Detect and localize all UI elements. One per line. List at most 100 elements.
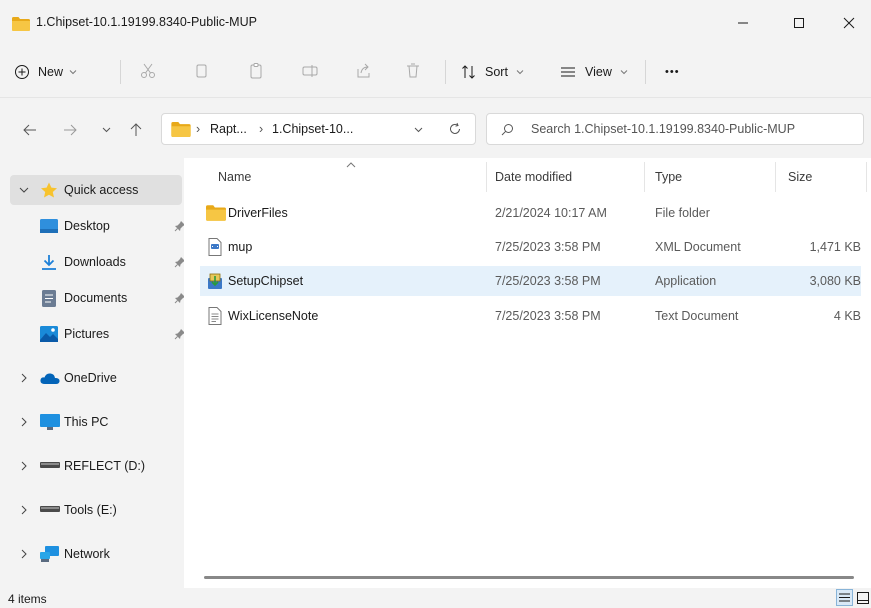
column-divider[interactable] (644, 162, 645, 192)
details-view-icon (839, 593, 850, 602)
share-icon (357, 63, 370, 78)
cut-button[interactable] (137, 60, 159, 82)
address-bar[interactable]: › Rapt... › 1.Chipset-10... (161, 113, 476, 145)
item-count: 4 items (8, 592, 47, 606)
view-button[interactable]: View (560, 58, 628, 86)
search-box[interactable]: Search 1.Chipset-10.1.19199.8340-Public-… (486, 113, 864, 145)
chevron-down-icon (69, 70, 77, 75)
maximize-button[interactable] (776, 0, 822, 46)
pictures-icon (40, 326, 58, 342)
details-view-button[interactable] (836, 589, 853, 606)
rename-button[interactable] (299, 60, 321, 82)
back-button[interactable] (20, 120, 40, 140)
paste-button[interactable] (245, 60, 267, 82)
breadcrumb-item[interactable]: 1.Chipset-10... (272, 122, 353, 136)
sort-icon (462, 65, 475, 79)
file-size: 1,471 KB (809, 240, 861, 254)
paste-icon (250, 63, 262, 79)
column-divider[interactable] (866, 162, 867, 192)
forward-button[interactable] (60, 120, 80, 140)
close-button[interactable] (826, 0, 871, 46)
sidebar-item-onedrive[interactable]: OneDrive (10, 363, 182, 393)
recent-locations-button[interactable] (96, 120, 116, 140)
more-icon: ••• (665, 66, 680, 78)
folder-icon (171, 122, 191, 137)
toolbar-divider (645, 60, 646, 84)
sidebar-item-label: Network (64, 547, 110, 561)
chevron-right-icon[interactable] (18, 548, 30, 560)
sort-button[interactable]: Sort (461, 58, 524, 86)
sidebar-item-downloads[interactable]: Downloads (10, 247, 185, 277)
sidebar-item-reflect-drive[interactable]: REFLECT (D:) (10, 451, 182, 481)
column-header-date[interactable]: Date modified (495, 170, 572, 184)
sidebar-item-quick-access[interactable]: Quick access (10, 175, 182, 205)
chevron-right-icon[interactable] (18, 416, 30, 428)
sidebar-item-label: Desktop (64, 219, 110, 233)
file-date: 7/25/2023 3:58 PM (495, 309, 601, 323)
copy-button[interactable] (190, 60, 212, 82)
sidebar-item-desktop[interactable]: Desktop (10, 211, 185, 241)
file-date: 7/25/2023 3:58 PM (495, 240, 601, 254)
breadcrumb-separator-icon: › (196, 122, 201, 136)
navigation-row: › Rapt... › 1.Chipset-10... Search 1.Chi… (0, 98, 871, 158)
horizontal-scrollbar[interactable] (204, 576, 854, 579)
cloud-icon (40, 373, 60, 384)
large-icons-view-button[interactable] (854, 589, 871, 606)
command-bar: New Sort View ••• (0, 46, 871, 98)
file-name: DriverFiles (228, 206, 288, 220)
drive-icon (40, 462, 60, 468)
navigation-pane: Quick access Desktop Downloads Documents… (0, 158, 185, 588)
sidebar-item-this-pc[interactable]: This PC (10, 407, 182, 437)
column-header-size[interactable]: Size (788, 170, 812, 184)
chevron-right-icon[interactable] (18, 504, 30, 516)
chevron-down-icon[interactable] (414, 127, 423, 133)
search-icon (501, 124, 513, 136)
sidebar-item-label: This PC (64, 415, 109, 429)
chevron-right-icon[interactable] (18, 372, 30, 384)
sort-label: Sort (485, 65, 508, 79)
sidebar-item-label: Tools (E:) (64, 503, 117, 517)
column-divider[interactable] (775, 162, 776, 192)
minimize-button[interactable] (720, 0, 766, 46)
chevron-right-icon[interactable] (18, 460, 30, 472)
view-lines-icon (561, 67, 575, 77)
search-input[interactable]: Search 1.Chipset-10.1.19199.8340-Public-… (531, 122, 795, 136)
window-title: 1.Chipset-10.1.19199.8340-Public-MUP (36, 15, 257, 29)
delete-button[interactable] (402, 60, 424, 82)
text-file-icon (208, 307, 222, 325)
chevron-down-icon (102, 127, 110, 133)
sidebar-item-documents[interactable]: Documents (10, 283, 185, 313)
breadcrumb-item[interactable]: Rapt... (210, 122, 247, 136)
file-type: File folder (655, 206, 710, 220)
file-size: 4 KB (833, 309, 861, 323)
column-header-type[interactable]: Type (655, 170, 682, 184)
minimize-icon (738, 22, 748, 24)
close-icon (843, 17, 855, 29)
share-button[interactable] (353, 60, 375, 82)
more-options-button[interactable]: ••• (665, 58, 680, 86)
sidebar-item-label: Pictures (64, 327, 110, 341)
sidebar-item-tools-drive[interactable]: Tools (E:) (10, 495, 182, 525)
folder-icon (206, 205, 226, 221)
toolbar-divider (445, 60, 446, 84)
sidebar-item-label: Quick access (64, 183, 139, 197)
refresh-icon[interactable] (448, 122, 462, 136)
file-row[interactable]: SetupChipset 7/25/2023 3:58 PM Applicati… (200, 266, 861, 296)
rename-icon (302, 65, 318, 77)
file-name: SetupChipset (228, 274, 304, 288)
column-header-name[interactable]: Name (218, 170, 251, 184)
up-button[interactable] (126, 120, 146, 140)
xml-file-icon (208, 238, 222, 256)
file-row[interactable]: WixLicenseNote 7/25/2023 3:58 PM Text Do… (200, 301, 861, 331)
scissors-icon (141, 63, 155, 78)
chevron-down-icon[interactable] (18, 184, 30, 196)
new-button[interactable]: New (14, 58, 77, 86)
sidebar-item-pictures[interactable]: Pictures (10, 319, 185, 349)
column-divider[interactable] (486, 162, 487, 192)
star-icon (41, 182, 57, 198)
file-row[interactable]: DriverFiles 2/21/2024 10:17 AM File fold… (200, 198, 861, 228)
tiles-view-icon (856, 591, 869, 604)
sidebar-item-label: Documents (64, 291, 128, 305)
file-row[interactable]: mup 7/25/2023 3:58 PM XML Document 1,471… (200, 232, 861, 262)
sidebar-item-network[interactable]: Network (10, 539, 182, 569)
